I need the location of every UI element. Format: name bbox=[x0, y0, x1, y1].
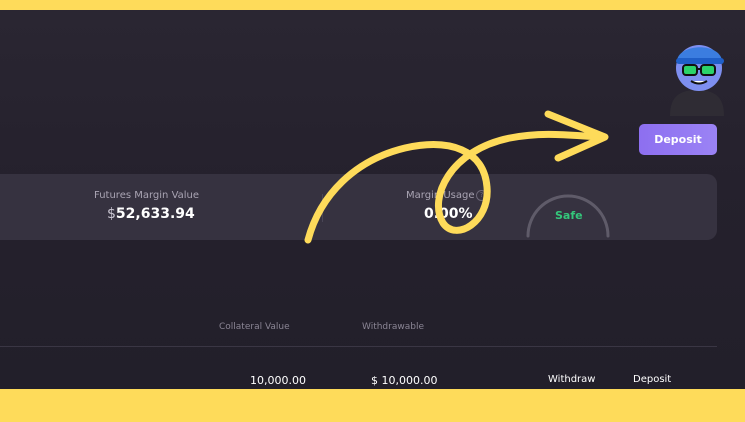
stat-divider bbox=[322, 194, 323, 222]
deposit-button[interactable]: Deposit bbox=[639, 124, 717, 155]
cell-collateral-value: 10,000.00 bbox=[250, 374, 306, 387]
user-avatar-icon[interactable] bbox=[666, 36, 728, 116]
info-icon[interactable]: ? bbox=[476, 190, 487, 201]
table-divider bbox=[0, 346, 717, 347]
futures-margin-label: Futures Margin Value bbox=[94, 190, 200, 201]
futures-margin-amount: 52,633.94 bbox=[115, 206, 195, 222]
row-deposit-link[interactable]: Deposit bbox=[633, 374, 671, 385]
currency-symbol: $ bbox=[107, 206, 116, 222]
app-window: Deposit Futures Margin Value $52,633.94 … bbox=[0, 10, 745, 389]
cell-withdrawable: $ 10,000.00 bbox=[371, 374, 437, 387]
currency-symbol: $ bbox=[371, 374, 378, 387]
withdraw-link[interactable]: Withdraw bbox=[548, 374, 595, 385]
margin-usage-label: Margin Usage bbox=[406, 190, 475, 201]
column-header-collateral-value[interactable]: Collateral Value bbox=[219, 322, 290, 332]
margin-usage-value: 0.00% bbox=[424, 206, 473, 222]
gauge-status: Safe bbox=[555, 209, 583, 222]
column-header-withdrawable[interactable]: Withdrawable bbox=[362, 322, 424, 332]
futures-margin-value: $52,633.94 bbox=[107, 206, 195, 222]
withdrawable-amount: 10,000.00 bbox=[381, 374, 438, 387]
